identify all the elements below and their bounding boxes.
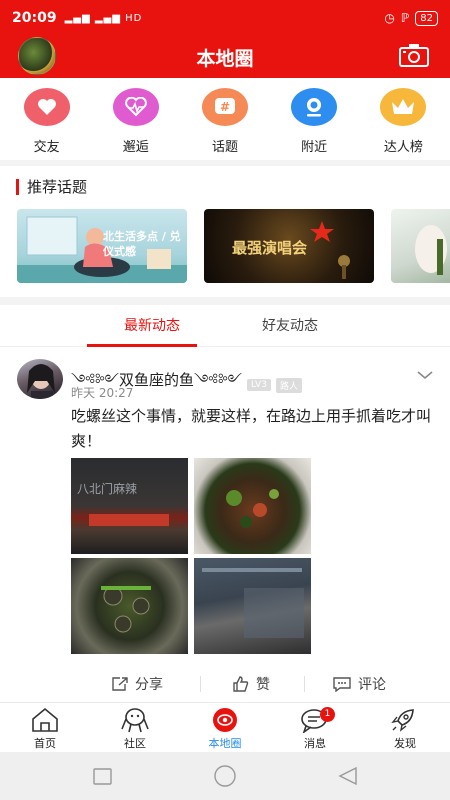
quick-nav-label: 达人榜 [383,140,423,155]
nav-label: 社区 [124,737,146,750]
comment-icon [333,677,351,692]
status-bar: 20:09 ▂▄▆ ▂▄▆ HD ◷ ℙ 82 [0,0,450,36]
bluetooth-icon: ℙ [400,11,410,25]
share-icon [112,677,128,691]
page-title: 本地圈 [196,47,254,70]
nav-label: 首页 [34,737,56,750]
role-badge: 路人 [275,377,302,393]
quick-nav-label: 附近 [301,140,328,155]
thumbs-up-icon [233,676,249,692]
comment-label: 评论 [358,677,386,693]
post-photo[interactable]: 八北门麻辣 [71,458,188,554]
tab-indicator [87,344,197,347]
quick-nav-label: 邂逅 [122,140,149,155]
quick-nav-label: 交友 [33,140,60,155]
svg-text:#: # [220,100,230,114]
recents-button[interactable] [93,768,112,785]
system-nav-buttons [93,765,357,787]
avatar-portrait [27,364,55,399]
user-avatar[interactable] [18,37,56,75]
level-badge: LV3 [247,379,271,391]
bottom-nav: 首页 社区 本地圈 1 消息 发现 [0,702,450,752]
quick-nav: 交友 邂逅 # 话题 附近 达人榜 [0,78,450,160]
unread-badge: 1 [320,707,335,722]
photo-snails [101,586,151,633]
post-author-avatar[interactable] [17,359,63,399]
nav-label: 本地圈 [208,737,242,750]
topic-card-text: 北生活多点 / 兑仪式感 [103,230,181,258]
divider [0,297,450,305]
section-header: 推荐话题 [16,176,87,197]
home-icon [32,707,58,732]
photo-table [202,568,304,638]
rocket-icon [391,709,414,732]
topic-card-life[interactable]: 北生活多点 / 兑仪式感 [17,209,187,283]
post-content: 吃螺丝这个事情，就要这样，在路边上用手抓着吃才叫爽！ [71,407,432,450]
nav-label: 发现 [394,737,416,750]
app-bar: 本地圈 [0,36,450,78]
like-label: 赞 [256,677,270,693]
quick-nav-label: 话题 [211,140,238,155]
location-icon [291,88,338,126]
topic-illustration [415,225,447,275]
quick-nav-ranking[interactable]: 达人榜 [363,78,443,160]
pulse-icon [112,88,159,126]
topic-carousel[interactable]: 北生活多点 / 兑仪式感 最强演唱会 [17,209,450,283]
share-button[interactable]: 分享 [111,674,163,694]
alarm-icon: ◷ [384,11,395,25]
topic-card-third[interactable] [391,209,450,283]
back-button[interactable] [338,766,357,786]
nav-community[interactable]: 社区 [95,707,175,751]
topic-card-concert[interactable]: 最强演唱会 [204,209,374,283]
post-photo[interactable] [71,558,188,654]
photo-food [226,489,279,528]
hash-icon: # [201,88,248,126]
nav-discover[interactable]: 发现 [365,707,445,751]
quick-nav-topics[interactable]: # 话题 [185,78,265,160]
quick-nav-dating[interactable]: 交友 [7,78,87,160]
post-photo[interactable] [194,458,311,554]
community-icon [121,708,149,733]
section-title: 推荐话题 [27,178,88,196]
battery-icon: 82 [415,10,438,26]
like-button[interactable]: 赞 [232,674,270,694]
nav-home[interactable]: 首页 [5,707,85,751]
post-actions: 分享 赞 评论 [0,664,450,702]
heart-icon [23,88,70,126]
divider [0,160,450,166]
signal-icon: ▂▄▆ ▂▄▆ HD [64,12,143,24]
comment-button[interactable]: 评论 [332,674,386,694]
quick-nav-nearby[interactable]: 附近 [274,78,354,160]
system-nav-bar [0,752,450,800]
photo-sign-text: 八北门麻辣 [77,482,138,496]
local-circle-icon [213,708,237,732]
crown-icon [380,88,427,126]
home-button[interactable] [214,765,236,787]
quick-nav-encounter[interactable]: 邂逅 [96,78,176,160]
nav-local-circle[interactable]: 本地圈 [185,707,265,751]
topic-card-text: 最强演唱会 [232,239,308,257]
camera-icon[interactable] [398,42,430,68]
nav-messages[interactable]: 1 消息 [275,707,355,751]
post-time: 昨天 20:27 [71,386,134,400]
post-photo[interactable] [194,558,311,654]
share-label: 分享 [135,677,163,693]
feed-tabs: 最新动态 好友动态 [0,305,450,347]
nav-label: 消息 [304,737,326,750]
tab-latest[interactable]: 最新动态 [124,315,180,335]
clock: 20:09 [12,10,57,26]
chevron-down-icon[interactable] [417,370,433,380]
tab-friends[interactable]: 好友动态 [262,315,318,335]
